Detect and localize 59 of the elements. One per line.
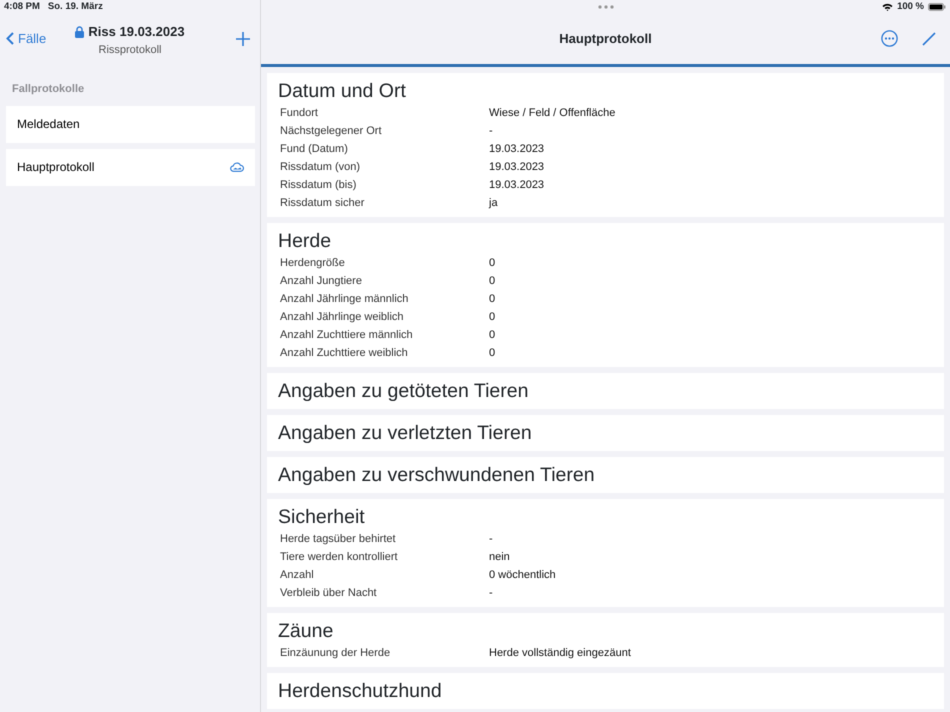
- field-label: Tiere werden kontrolliert: [280, 550, 399, 565]
- field-label: Herdengröße: [280, 256, 346, 271]
- section-title: Angaben zu verschwundenen Tieren: [278, 463, 596, 488]
- case-title: Riss 19.03.2023: [88, 24, 185, 40]
- field-value: 19.03.2023: [489, 160, 544, 175]
- sidebar-item[interactable]: Hauptprotokoll: [6, 148, 255, 186]
- section-header: Fallprotokolle: [12, 82, 86, 97]
- field-value: 0: [489, 292, 496, 307]
- battery-icon: [928, 3, 946, 11]
- page-title: Hauptprotokoll: [559, 30, 652, 48]
- field-value: 0: [489, 274, 496, 289]
- section-title: Angaben zu verletzten Tieren: [278, 421, 533, 446]
- field-value: Wiese / Feld / Offenfläche: [489, 106, 616, 121]
- field-label: Anzahl Jährlinge weiblich: [280, 310, 405, 325]
- section-title: Herdenschutzhund: [278, 679, 443, 704]
- field-value: 19.03.2023: [489, 142, 544, 157]
- battery-percent: 100 %: [897, 0, 924, 14]
- more-icon[interactable]: [881, 30, 898, 47]
- field-label: Nächstgelegener Ort: [280, 124, 382, 139]
- field-label: Anzahl Jährlinge männlich: [280, 292, 410, 307]
- field-label: Verbleib über Nacht: [280, 586, 378, 601]
- field-label: Anzahl: [280, 568, 315, 583]
- field-value: 0 wöchentlich: [489, 568, 556, 583]
- field-value: ja: [489, 196, 498, 211]
- field-label: Herde tagsüber behirtet: [280, 532, 397, 547]
- field-label: Rissdatum (von): [280, 160, 362, 175]
- field-value: -: [489, 586, 493, 601]
- pencil-icon[interactable]: [922, 32, 936, 46]
- field-label: Fund (Datum): [280, 142, 349, 157]
- sidebar-item[interactable]: Meldedaten: [6, 106, 255, 142]
- multitasking-dots-icon[interactable]: [598, 5, 614, 9]
- section-title: Datum und Ort: [278, 79, 407, 104]
- add-icon[interactable]: [236, 32, 250, 46]
- wifi-icon: [882, 3, 894, 11]
- section-title: Herde: [278, 229, 332, 254]
- back-button[interactable]: Fälle: [6, 28, 46, 48]
- field-label: Rissdatum (bis): [280, 178, 358, 193]
- field-value: 0: [489, 256, 496, 271]
- case-subtitle: Rissprotokoll: [98, 44, 162, 57]
- field-label: Anzahl Jungtiere: [280, 274, 363, 289]
- status-date: So. 19. März: [48, 0, 103, 14]
- field-value: 0: [489, 328, 496, 343]
- field-value: 19.03.2023: [489, 178, 544, 193]
- field-label: Anzahl Zuchttiere weiblich: [280, 346, 409, 361]
- field-label: Anzahl Zuchttiere männlich: [280, 328, 414, 343]
- field-value: -: [489, 532, 493, 547]
- section-title: Zäune: [278, 619, 334, 644]
- section-title: Sicherheit: [278, 505, 366, 530]
- field-label: Einzäunung der Herde: [280, 646, 392, 661]
- field-value: Herde vollständig eingezäunt: [489, 646, 631, 661]
- field-value: 0: [489, 310, 496, 325]
- field-value: nein: [489, 550, 510, 565]
- field-value: 0: [489, 346, 496, 361]
- field-label: Fundort: [280, 106, 319, 121]
- field-value: -: [489, 124, 493, 139]
- field-label: Rissdatum sicher: [280, 196, 366, 211]
- chevron-left-icon: [6, 32, 14, 45]
- section-title: Angaben zu getöteten Tieren: [278, 379, 530, 404]
- status-time: 4:08 PM: [4, 0, 40, 14]
